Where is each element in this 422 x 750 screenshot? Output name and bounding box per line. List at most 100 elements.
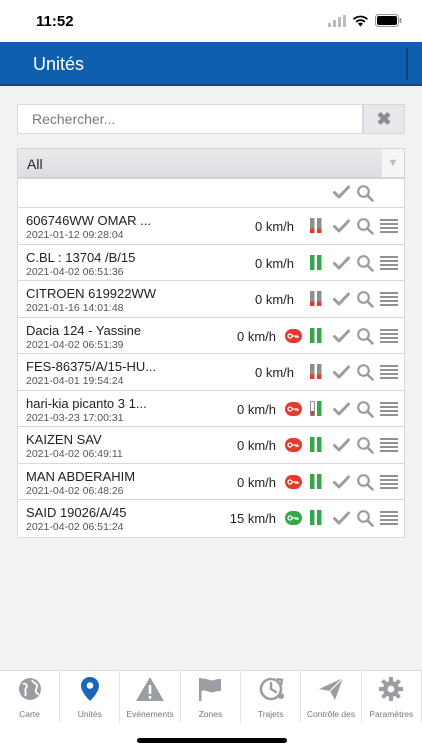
tab-unités[interactable]: Unités	[60, 671, 121, 723]
unit-last-update: 2021-04-02 06:48:26	[26, 484, 124, 497]
route-clock-icon	[257, 677, 285, 701]
tab-label: Trajets	[257, 709, 284, 719]
tab-label: Paramètres	[369, 709, 414, 719]
locate-unit-icon[interactable]	[356, 363, 374, 386]
battery-status-icon	[310, 218, 322, 233]
unit-row[interactable]: MAN ABDERAHIM 2021-04-02 06:48:26 0 km/h	[18, 464, 404, 500]
unit-last-update: 2021-04-01 19:54:24	[26, 375, 124, 387]
units-list: 606746WW OMAR ... 2021-01-12 09:28:04 0 km…	[17, 178, 405, 538]
chevron-down-icon: ▼	[382, 149, 404, 177]
select-check-icon[interactable]	[333, 511, 350, 530]
cellular-signal-icon	[328, 14, 346, 32]
unit-row[interactable]: SAID 19026/A/45 2021-04-02 06:51:24 15 km/…	[18, 500, 404, 537]
battery-status-icon	[310, 473, 322, 489]
row-menu-icon[interactable]	[380, 219, 398, 238]
warning-icon	[135, 677, 165, 701]
ignition-key-icon	[285, 401, 302, 416]
locate-unit-icon[interactable]	[356, 290, 374, 313]
unit-speed: 0 km/h	[254, 365, 294, 380]
locate-unit-icon[interactable]	[356, 217, 374, 240]
battery-status-icon	[310, 291, 322, 306]
locate-unit-icon[interactable]	[356, 400, 374, 423]
row-menu-icon[interactable]	[380, 438, 398, 457]
unit-name: FES-86375/A/15-HU...	[26, 359, 157, 374]
unit-last-update: 2021-01-16 14:01:48	[26, 302, 124, 314]
locate-unit-icon[interactable]	[356, 254, 374, 277]
unit-filter-select[interactable]: All ▼	[17, 148, 405, 178]
select-check-icon[interactable]	[333, 329, 350, 348]
battery-status-icon	[310, 364, 322, 379]
clear-search-button[interactable]: ✖	[363, 104, 405, 134]
row-menu-icon[interactable]	[380, 292, 398, 311]
paper-plane-icon	[317, 677, 345, 701]
unit-name: 606746WW OMAR ...	[26, 213, 151, 228]
select-check-icon[interactable]	[333, 365, 350, 384]
battery-status-icon	[310, 400, 322, 416]
unit-row[interactable]: Dacia 124 - Yassine 2021-04-02 06:51:39 0 …	[18, 318, 404, 354]
select-check-icon[interactable]	[333, 402, 350, 421]
unit-row[interactable]: FES-86375/A/15-HU... 2021-04-01 19:54:24 0…	[18, 354, 404, 391]
select-check-icon[interactable]	[333, 438, 350, 457]
ignition-key-icon	[285, 438, 302, 452]
tab-evénements[interactable]: Evénements	[121, 671, 181, 723]
unit-last-update: 2021-03-23 17:00:31	[26, 411, 124, 424]
row-menu-icon[interactable]	[380, 401, 398, 421]
home-indicator	[137, 738, 287, 743]
status-bar: 11:52	[0, 0, 422, 44]
locate-unit-icon[interactable]	[356, 509, 374, 532]
tab-carte[interactable]: Carte	[0, 671, 60, 723]
row-menu-icon[interactable]	[380, 328, 398, 348]
unit-speed: 0 km/h	[254, 292, 294, 307]
select-check-icon[interactable]	[333, 292, 350, 311]
select-all-check-icon[interactable]	[333, 185, 350, 204]
tab-label: Contrôle des	[306, 709, 356, 719]
unit-row[interactable]: hari-kia picanto 3 1... 2021-03-23 17:00:…	[18, 391, 404, 427]
select-check-icon[interactable]	[333, 256, 350, 275]
unit-row[interactable]: KAIZEN SAV 2021-04-02 06:49:11 0 km/h	[18, 427, 404, 464]
row-menu-icon[interactable]	[380, 255, 398, 275]
unit-row[interactable]: 606746WW OMAR ... 2021-01-12 09:28:04 0 km…	[18, 208, 404, 245]
locate-unit-icon[interactable]	[356, 327, 374, 350]
tab-label: Zones	[198, 709, 223, 719]
tab-label: Evénements	[126, 709, 174, 719]
unit-name: C.BL : 13704 /B/15	[26, 249, 136, 265]
ignition-key-icon	[285, 511, 302, 525]
flag-icon	[197, 677, 223, 701]
unit-last-update: 2021-04-02 06:51:24	[26, 521, 124, 533]
locate-unit-icon[interactable]	[356, 473, 374, 496]
search-input[interactable]	[18, 105, 362, 133]
unit-row[interactable]: CITROEN 619922WW 2021-01-16 14:01:48 0 km/…	[18, 281, 404, 318]
battery-status-icon	[310, 254, 322, 270]
unit-speed: 15 km/h	[229, 511, 276, 526]
row-menu-icon[interactable]	[380, 365, 398, 384]
unit-name: KAIZEN SAV	[26, 432, 102, 447]
tab-trajets[interactable]: Trajets	[241, 671, 302, 723]
row-menu-icon[interactable]	[380, 474, 398, 494]
unit-last-update: 2021-04-02 06:51:36	[26, 265, 124, 278]
locate-unit-icon[interactable]	[356, 436, 374, 459]
unit-row[interactable]: C.BL : 13704 /B/15 2021-04-02 06:51:36 0 k…	[18, 245, 404, 281]
tab-paramètres[interactable]: Paramètres	[362, 671, 422, 723]
status-time: 11:52	[36, 13, 74, 30]
battery-status-icon	[310, 327, 322, 343]
unit-speed: 0 km/h	[236, 328, 276, 344]
gear-icon	[378, 677, 404, 701]
ignition-key-icon	[285, 474, 302, 489]
close-icon: ✖	[376, 108, 392, 129]
unit-name: CITROEN 619922WW	[26, 286, 157, 301]
header-divider	[406, 48, 408, 80]
battery-status-icon	[310, 510, 322, 525]
search-box[interactable]	[17, 104, 363, 134]
search-all-icon[interactable]	[356, 184, 374, 207]
unit-speed: 0 km/h	[254, 255, 294, 271]
select-check-icon[interactable]	[333, 475, 350, 494]
row-menu-icon[interactable]	[380, 511, 398, 530]
unit-last-update: 2021-04-02 06:49:11	[26, 448, 123, 460]
filter-selected-value: All	[27, 156, 43, 172]
wifi-icon	[352, 14, 369, 32]
tab-contrôle-des[interactable]: Contrôle des	[302, 671, 362, 723]
select-check-icon[interactable]	[333, 219, 350, 238]
tab-label: Carte	[19, 709, 40, 719]
unit-speed: 0 km/h	[236, 401, 276, 417]
tab-zones[interactable]: Zones	[181, 671, 241, 723]
